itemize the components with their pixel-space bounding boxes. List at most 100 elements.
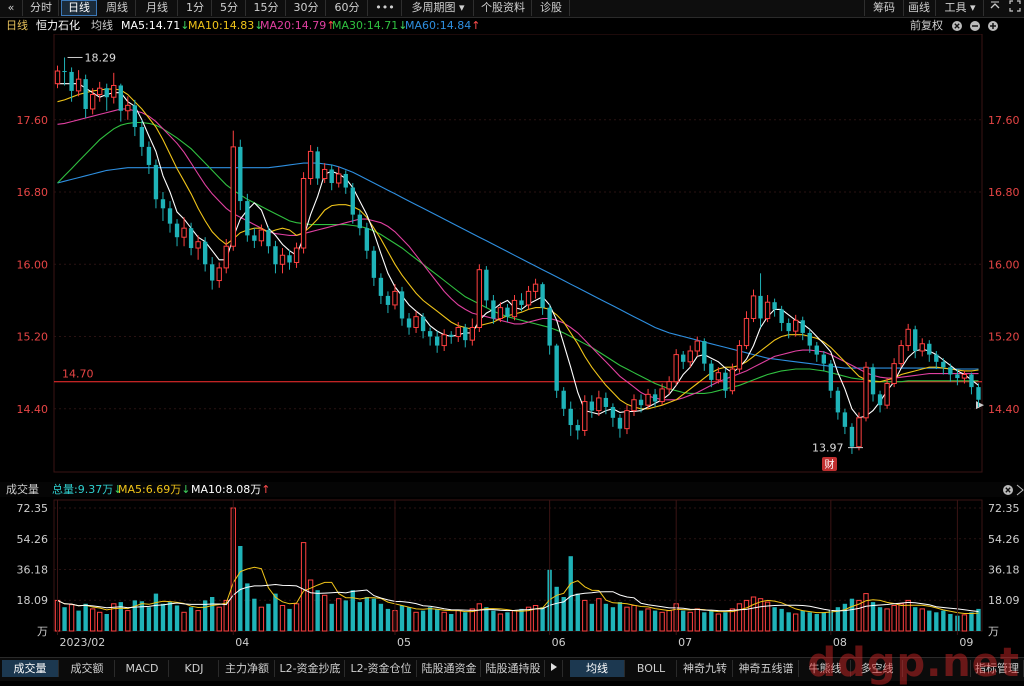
right-triangle-icon[interactable] [546,660,563,677]
tab-fenshi[interactable]: 分时 [24,0,59,16]
volume-bar [83,603,88,631]
price-tick-left: 17.60 [17,114,49,127]
candle-body [519,300,524,305]
chips-button[interactable]: 筹码 [864,0,904,16]
volume-bar [216,606,222,632]
volume-bar [736,603,743,632]
tab-60min[interactable]: 60分 [327,0,368,16]
candle-body [681,354,686,362]
tab-l2-bottom[interactable]: L2-资金抄底 [276,660,345,677]
volume-tick-left: 36.18 [17,563,49,576]
candle-body [174,223,180,238]
volume-tick-left: 72.35 [17,502,49,515]
tab-hk-connect-fund[interactable]: 陆股通资金 [418,660,481,677]
volume-bar [976,608,981,631]
volume-bar [511,610,518,632]
candle-body [160,199,166,209]
volume-bar [596,598,602,632]
candle-body [793,319,799,332]
tab-l2-position[interactable]: L2-资金仓位 [346,660,417,677]
volume-tick-left: 18.09 [17,594,49,607]
candle-body [969,374,974,388]
volume-bar [540,607,545,631]
candle-body [624,410,630,430]
tab-30min[interactable]: 30分 [287,0,326,16]
tools-dropdown[interactable]: 工具 ▾ [937,0,984,16]
volume-bar [160,603,166,631]
candle-body [392,290,398,306]
adjust-mode[interactable]: 前复权 [910,18,943,34]
volume-bar [195,610,201,632]
volume-bar [139,601,145,631]
candle-body [245,201,250,236]
tab-main-net[interactable]: 主力净额 [220,660,275,677]
collapse-up-icon[interactable] [986,0,1004,16]
price-chart[interactable]: 17.60 17.60 16.80 16.80 16.00 16.00 15.20 15.20… [0,34,1024,480]
candle-body [378,277,384,296]
candle-body [856,417,862,448]
tab-weekly[interactable]: 周线 [99,0,136,16]
candle-body [434,336,440,346]
tab-daily[interactable]: 日线 [61,0,97,16]
candle-body [709,363,714,380]
tab-kdj[interactable]: KDJ [170,660,219,677]
candle-body [919,343,925,352]
tab-monthly[interactable]: 月线 [137,0,178,16]
volume-bar [723,612,728,631]
volume-chart[interactable]: 72.35 72.35 54.26 54.26 36.18 36.18 18.09 18.09… [0,496,1024,657]
candle-body [266,229,271,247]
volume-bar [582,599,588,632]
candle-body [104,88,109,98]
volume-bar [434,608,440,631]
candle-body [202,241,208,265]
volume-bar [68,604,75,632]
candle-body [877,394,883,406]
back-chevron-icon[interactable]: « [0,0,23,16]
candle-body [406,318,412,328]
diagnose-button[interactable]: 诊股 [533,0,570,16]
expand-icon[interactable] [1006,0,1024,16]
volume-bar [863,593,869,632]
tab-turnover[interactable]: 成交额 [60,660,115,677]
candle-body [723,372,728,391]
tab-magic-nine[interactable]: 神奇九转 [678,660,733,677]
date-label: 04 [235,636,249,649]
tab-15min[interactable]: 15分 [247,0,286,16]
tab-volume[interactable]: 成交量 [2,660,59,677]
volume-title[interactable]: 成交量 [6,482,39,497]
volume-bar [441,611,447,632]
tab-macd[interactable]: MACD [116,660,169,677]
stock-profile-button[interactable]: 个股资料 [475,0,532,16]
volume-bar [603,603,609,631]
candle-body [729,368,736,392]
candle-body [307,150,314,179]
more-icon[interactable]: ••• [369,0,402,16]
tab-ma[interactable]: 均线 [570,660,625,677]
price-tick-right: 16.00 [988,258,1020,271]
volume-bar [589,603,594,631]
ma-label[interactable]: 均线 [91,18,113,34]
volume-bar [898,603,904,632]
tab-hk-connect-hold[interactable]: 陆股通持股 [482,660,545,677]
multi-period-dropdown[interactable]: 多周期图 ▾ [403,0,474,16]
tab-magic-five[interactable]: 神奇五线谱 [734,660,799,677]
candle-body [476,269,483,329]
candle-body [807,332,812,346]
tab-5min[interactable]: 5分 [213,0,246,16]
candle-body [75,78,82,92]
draw-line-button[interactable]: 画线 [903,0,936,16]
candle-body [814,345,819,355]
volume-bar [807,612,812,631]
stock-name: 恒力石化 [36,19,80,32]
candle-body [652,394,658,402]
tab-boll[interactable]: BOLL [626,660,677,677]
volume-bar [413,611,419,632]
candle-body [153,164,159,200]
candle-body [849,426,855,447]
candle-body [321,168,328,179]
candle-body [216,267,222,282]
candle-body [525,290,532,306]
candle-body [258,229,265,242]
tab-1min[interactable]: 1分 [179,0,212,16]
candle-body [976,387,981,400]
